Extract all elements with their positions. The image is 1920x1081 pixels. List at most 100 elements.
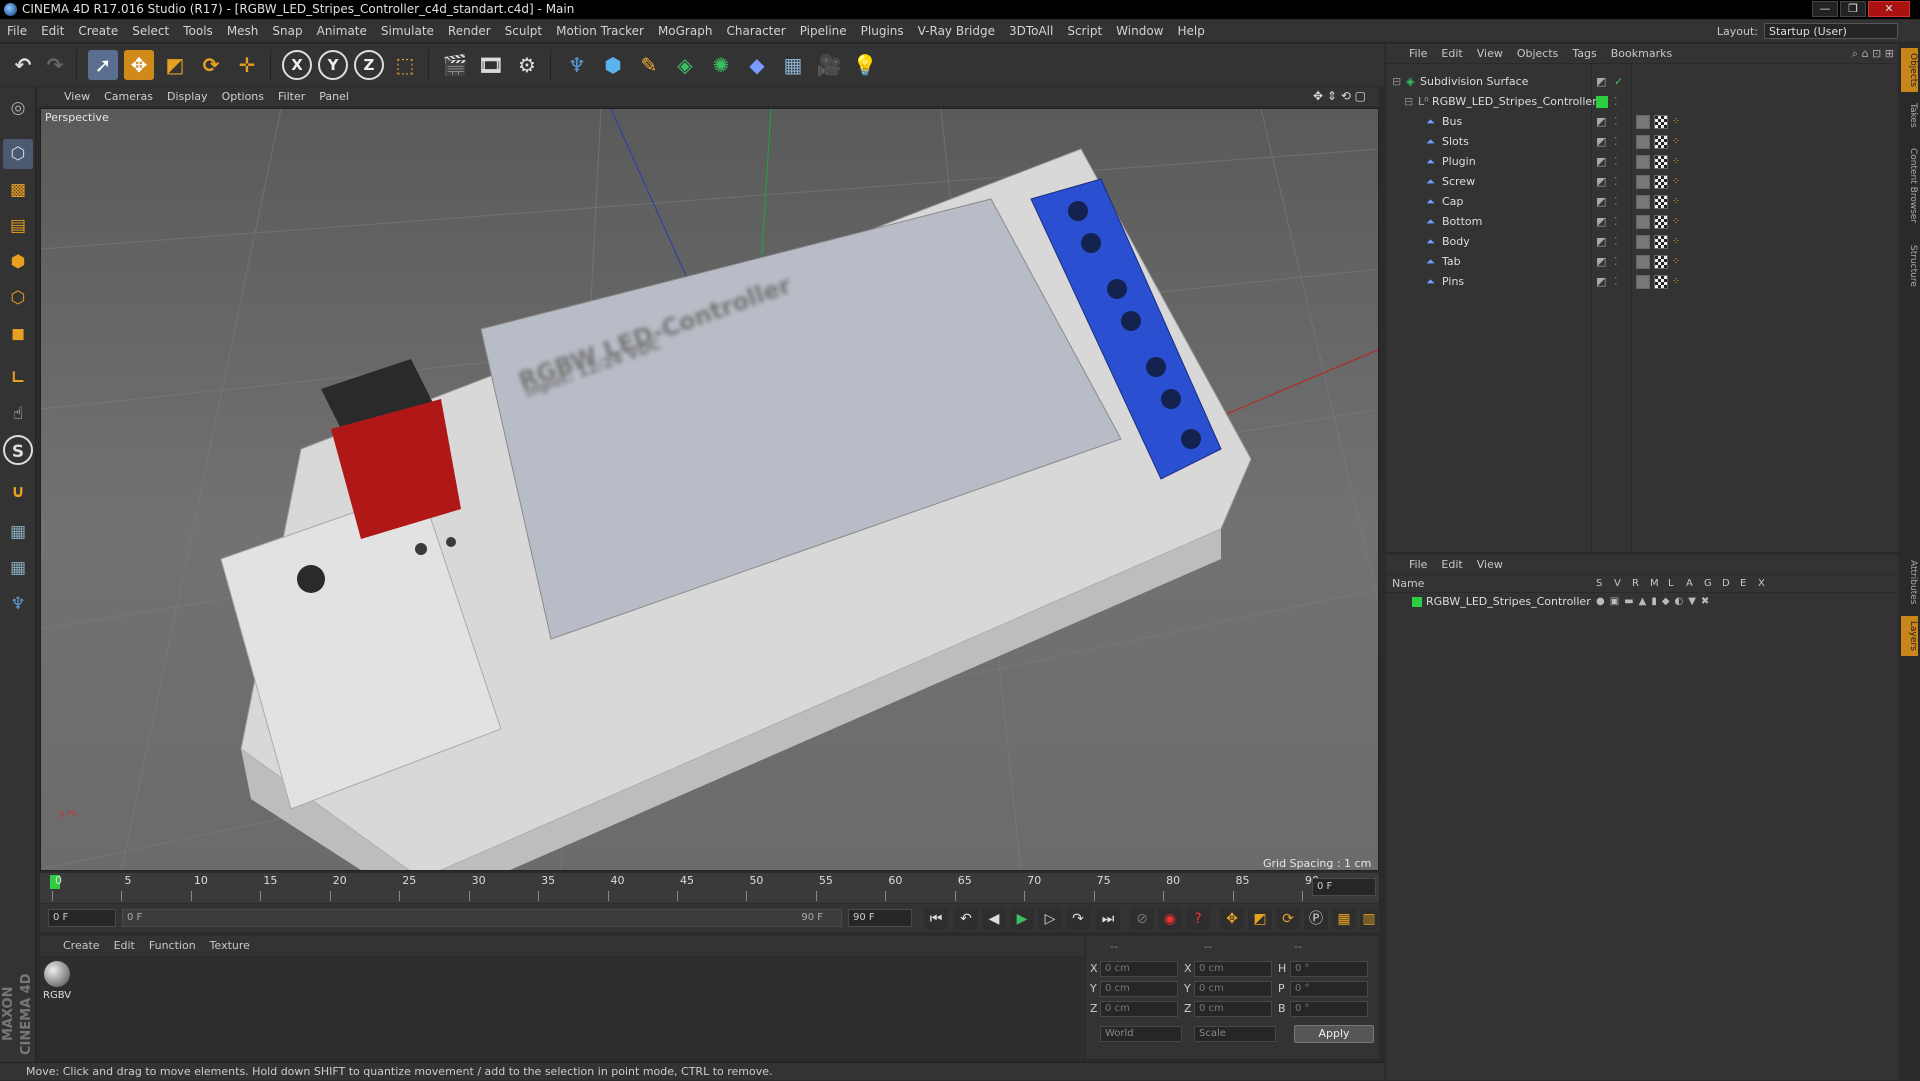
texture-tag-icon[interactable] [1654, 235, 1668, 249]
layer-column-s[interactable]: S [1596, 575, 1602, 593]
viewport-navigation-icons[interactable]: ✥ ⇕ ⟲ ▢ [1313, 87, 1366, 106]
axis-mode-icon[interactable]: ∟ [3, 363, 33, 393]
key-parameter-icon[interactable]: Ⓟ [1304, 908, 1328, 930]
autokeying-icon[interactable]: ◉ [1158, 908, 1182, 930]
material-tag-icon[interactable] [1636, 135, 1650, 149]
material-menu-texture[interactable]: Texture [203, 936, 257, 956]
edit-visibility-icon[interactable]: ◩ [1596, 172, 1606, 192]
coord-mode-dropdown[interactable]: Scale [1194, 1026, 1276, 1042]
layer-name[interactable]: RGBW_LED_Stripes_Controller [1426, 593, 1591, 611]
object-row-bus[interactable]: ⏶ Bus ◩ ⁚ ⁘ [1386, 112, 1898, 132]
object-row-subdivision-surface[interactable]: ⊟ ◈ Subdivision Surface ◩ ✓ [1386, 72, 1898, 92]
material-menu-create[interactable]: Create [56, 936, 107, 956]
make-editable-icon[interactable]: ◎ [3, 93, 33, 123]
menu-vray-bridge[interactable]: V-Ray Bridge [911, 20, 1002, 43]
objects-search-icons[interactable]: ⌕ ⌂ ⊡ ⊞ [1852, 44, 1894, 64]
object-name[interactable]: Pins [1442, 272, 1464, 292]
x-axis-lock-icon[interactable]: X [282, 50, 312, 80]
coord-size-y-field[interactable]: 0 cm [1194, 981, 1272, 997]
render-dot-icon[interactable]: ⁚ [1614, 212, 1618, 232]
viewport-menu-panel[interactable]: Panel [312, 87, 356, 106]
edit-visibility-icon[interactable]: ◩ [1596, 272, 1606, 292]
locked-workplane-icon[interactable]: ▦ [3, 517, 33, 547]
layer-column-m[interactable]: M [1650, 575, 1659, 593]
material-tag-icon[interactable] [1636, 215, 1650, 229]
apply-button[interactable]: Apply [1294, 1025, 1374, 1043]
enabled-check-icon[interactable]: ✓ [1614, 72, 1623, 92]
undo-icon[interactable]: ↶ [8, 50, 38, 80]
material-tag-icon[interactable] [1636, 275, 1650, 289]
edges-mode-icon[interactable]: ⬡ [3, 283, 33, 313]
object-name[interactable]: Plugin [1442, 152, 1476, 172]
menu-mograph[interactable]: MoGraph [651, 20, 720, 43]
spline-pen-icon[interactable]: ✎ [634, 50, 664, 80]
render-dot-icon[interactable]: ⁚ [1614, 232, 1618, 252]
render-picture-viewer-icon[interactable]: 🎞 [476, 50, 506, 80]
object-name[interactable]: Bus [1442, 112, 1462, 132]
phong-tag-icon[interactable]: ⁘ [1672, 172, 1680, 192]
objects-menu-edit[interactable]: Edit [1434, 44, 1469, 64]
layer-column-r[interactable]: R [1632, 575, 1639, 593]
layer-column-x[interactable]: X [1758, 575, 1765, 593]
object-name[interactable]: Slots [1442, 132, 1469, 152]
timeline-ruler[interactable]: 051015202530354045505560657075808590 0 F [40, 873, 1379, 903]
layer-column-d[interactable]: D [1722, 575, 1730, 593]
layer-color-swatch[interactable] [1412, 597, 1422, 607]
object-name[interactable]: Screw [1442, 172, 1475, 192]
menu-window[interactable]: Window [1109, 20, 1170, 43]
start-frame-field[interactable]: 0 F [48, 909, 116, 927]
menu-select[interactable]: Select [125, 20, 176, 43]
redo-icon[interactable]: ↷ [40, 50, 70, 80]
tab-takes[interactable]: Takes [1901, 98, 1918, 132]
next-frame-icon[interactable]: ▷ [1038, 908, 1062, 930]
collapse-toggle-icon[interactable]: ⊟ [1392, 72, 1401, 92]
material-tag-icon[interactable] [1636, 115, 1650, 129]
move-icon[interactable]: ✥ [124, 50, 154, 80]
layer-row[interactable]: RGBW_LED_Stripes_Controller ●▣▬▲▮◆◐▼✖ [1386, 593, 1898, 611]
deformer-icon[interactable]: ◆ [742, 50, 772, 80]
material-tag-icon[interactable] [1636, 195, 1650, 209]
texture-mode-icon[interactable]: ▩ [3, 175, 33, 205]
objects-menu-bookmarks[interactable]: Bookmarks [1604, 44, 1679, 64]
material-tag-icon[interactable] [1636, 255, 1650, 269]
menu-edit[interactable]: Edit [34, 20, 71, 43]
minimize-button[interactable]: — [1812, 1, 1838, 17]
menu-sculpt[interactable]: Sculpt [498, 20, 549, 43]
object-row-tab[interactable]: ⏶ Tab ◩ ⁚ ⁘ [1386, 252, 1898, 272]
coord-size-z-field[interactable]: 0 cm [1194, 1001, 1272, 1017]
menu-help[interactable]: Help [1170, 20, 1211, 43]
phong-tag-icon[interactable]: ⁘ [1672, 272, 1680, 292]
object-row-pins[interactable]: ⏶ Pins ◩ ⁚ ⁘ [1386, 272, 1898, 292]
camera-icon[interactable]: 🎥 [814, 50, 844, 80]
viewport-menu-view[interactable]: View [57, 87, 97, 106]
phong-tag-icon[interactable]: ⁘ [1672, 192, 1680, 212]
layers-menu-view[interactable]: View [1470, 555, 1510, 575]
menu-simulate[interactable]: Simulate [374, 20, 441, 43]
tab-content-browser[interactable]: Content Browser [1901, 138, 1918, 234]
recent-tools-icon[interactable]: ✛ [232, 50, 262, 80]
texture-tag-icon[interactable] [1654, 255, 1668, 269]
object-row-slots[interactable]: ⏶ Slots ◩ ⁚ ⁘ [1386, 132, 1898, 152]
phong-tag-icon[interactable]: ⁘ [1672, 152, 1680, 172]
menu-character[interactable]: Character [719, 20, 792, 43]
render-dot-icon[interactable]: ⁚ [1614, 92, 1618, 112]
menu-script[interactable]: Script [1060, 20, 1109, 43]
coord-rot-b-field[interactable]: 0 ° [1290, 1001, 1368, 1017]
record-keys-disabled-icon[interactable]: ⊘ [1130, 908, 1154, 930]
menu-create[interactable]: Create [71, 20, 125, 43]
collapse-toggle-icon[interactable]: ⊟ [1404, 92, 1413, 112]
menu-render[interactable]: Render [441, 20, 498, 43]
coord-rot-p-field[interactable]: 0 ° [1290, 981, 1368, 997]
render-dot-icon[interactable]: ⁚ [1614, 112, 1618, 132]
key-pla-icon[interactable]: ▦ [1332, 908, 1356, 930]
end-frame-field[interactable]: 90 F [848, 909, 912, 927]
texture-tag-icon[interactable] [1654, 115, 1668, 129]
menu-animate[interactable]: Animate [310, 20, 374, 43]
current-frame-field[interactable]: 0 F [1312, 878, 1376, 896]
edit-visibility-icon[interactable]: ◩ [1596, 112, 1606, 132]
object-name[interactable]: Cap [1442, 192, 1463, 212]
timeline-layout-icon[interactable]: ▥ [1360, 908, 1378, 930]
coord-pos-x-field[interactable]: 0 cm [1100, 961, 1178, 977]
python-icon[interactable]: ♆ [562, 50, 592, 80]
edit-visibility-icon[interactable]: ◩ [1596, 152, 1606, 172]
